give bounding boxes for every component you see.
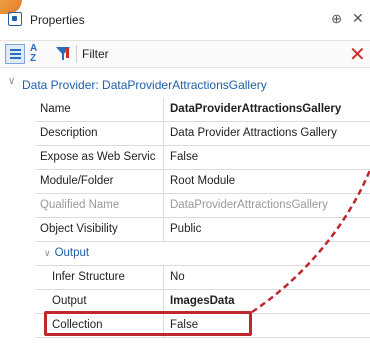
filter-input[interactable]: Filter: [82, 47, 109, 61]
property-value[interactable]: Public: [165, 218, 370, 241]
group-header-data-provider[interactable]: ∨ Data Provider: DataProviderAttractions…: [0, 72, 370, 96]
property-row-infer-structure[interactable]: Infer Structure No: [36, 266, 370, 290]
sort-az-icon-bottom: Z: [30, 53, 37, 64]
categorized-icon-line: [10, 53, 21, 55]
property-row-expose-web-service[interactable]: Expose as Web Servic False: [36, 146, 370, 170]
property-name: Object Visibility: [36, 218, 164, 241]
properties-toolbar: A Z Filter ✕: [0, 40, 370, 68]
subgroup-header: ∨ Output: [36, 242, 370, 265]
property-name: Name: [36, 98, 164, 121]
properties-panel: Properties ⊕ ✕ A Z Filter ✕ ∨ Data Provi…: [0, 0, 370, 363]
property-row-name[interactable]: Name DataProviderAttractionsGallery: [36, 98, 370, 122]
property-name: Infer Structure: [36, 266, 164, 289]
funnel-icon-stem: [62, 54, 64, 60]
property-value[interactable]: DataProviderAttractionsGallery: [165, 98, 370, 121]
property-value[interactable]: No: [165, 266, 370, 289]
property-grid: Name DataProviderAttractionsGallery Desc…: [36, 98, 370, 338]
property-name: Description: [36, 122, 164, 145]
property-name: Qualified Name: [36, 194, 164, 217]
subgroup-label: Output: [54, 247, 90, 259]
pin-icon[interactable]: ⊕: [328, 14, 344, 25]
filter-button[interactable]: [54, 44, 72, 64]
chevron-down-icon[interactable]: ∨: [8, 76, 15, 87]
toolbar-divider: [76, 45, 77, 63]
property-row-object-visibility[interactable]: Object Visibility Public: [36, 218, 370, 242]
group-header-label: Data Provider: DataProviderAttractionsGa…: [22, 78, 267, 92]
chevron-down-icon[interactable]: ∨: [44, 248, 51, 258]
properties-window-icon: [8, 12, 22, 26]
title-bar: Properties ⊕ ✕: [0, 5, 370, 35]
property-value: DataProviderAttractionsGallery: [170, 199, 328, 211]
clear-filter-icon[interactable]: ✕: [349, 42, 366, 67]
property-value[interactable]: Root Module: [165, 170, 370, 193]
property-name: Expose as Web Servic: [36, 146, 164, 169]
property-row-qualified-name[interactable]: Qualified Name DataProviderAttractionsGa…: [36, 194, 370, 218]
categorized-icon-line: [10, 49, 21, 51]
close-icon[interactable]: ✕: [352, 10, 364, 27]
window-title: Properties: [30, 13, 85, 27]
alphabetical-sort-button[interactable]: A Z: [30, 44, 48, 64]
property-row-description[interactable]: Description Data Provider Attractions Ga…: [36, 122, 370, 146]
property-value[interactable]: ImagesData: [165, 290, 370, 313]
filter-active-indicator: [66, 48, 69, 58]
subgroup-header-output[interactable]: ∨ Output: [36, 242, 370, 266]
property-row-module-folder[interactable]: Module/Folder Root Module: [36, 170, 370, 194]
property-name: Output: [36, 290, 164, 313]
property-value[interactable]: False: [165, 146, 370, 169]
categorized-icon-line: [10, 57, 21, 59]
property-value[interactable]: Data Provider Attractions Gallery: [165, 122, 370, 145]
output-highlight-box: [44, 311, 252, 336]
categorized-view-button[interactable]: [5, 44, 25, 64]
property-name: Module/Folder: [36, 170, 164, 193]
